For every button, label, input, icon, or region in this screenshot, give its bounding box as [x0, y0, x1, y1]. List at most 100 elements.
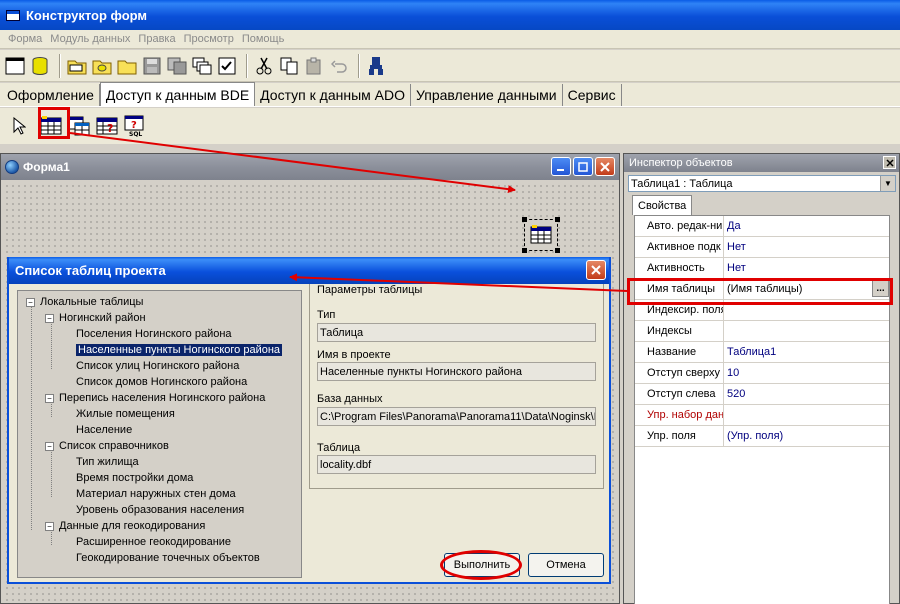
menu-form[interactable]: Форма: [4, 33, 46, 45]
property-row[interactable]: Отступ слева 520: [635, 384, 889, 405]
app-title: Конструктор форм: [26, 7, 148, 23]
tab-design[interactable]: Оформление: [2, 84, 100, 106]
maximize-button[interactable]: [573, 157, 593, 176]
table-file-field[interactable]: locality.dbf: [317, 455, 596, 474]
property-row[interactable]: Индексы: [635, 321, 889, 342]
property-row[interactable]: Отступ сверху 10: [635, 363, 889, 384]
resize-handle[interactable]: [555, 248, 560, 253]
open-form-button[interactable]: [66, 55, 88, 77]
tree-node[interactable]: − Ногинский район: [18, 310, 301, 326]
sql-query-button[interactable]: ? SQL: [124, 115, 146, 137]
project-name-field[interactable]: Населенные пункты Ногинского района: [317, 362, 596, 381]
tables-tree[interactable]: − Локальные таблицы − Ногинский район Посе…: [17, 290, 302, 578]
menu-view[interactable]: Просмотр: [180, 33, 238, 45]
sql-query-icon: ?SQL: [124, 115, 144, 137]
collapse-icon[interactable]: −: [45, 393, 54, 403]
cut-button[interactable]: [253, 55, 275, 77]
property-value[interactable]: (Упр. поля): [724, 426, 889, 446]
form-title-bar[interactable]: Форма1: [1, 154, 619, 180]
property-row[interactable]: Авто. редак-ни Да: [635, 216, 889, 237]
close-button[interactable]: [595, 157, 615, 176]
tree-leaf[interactable]: Тип жилища: [18, 454, 301, 470]
tree-leaf[interactable]: Время постройки дома: [18, 470, 301, 486]
inspector-title-bar[interactable]: Инспектор объектов: [624, 154, 899, 172]
globe-icon: [5, 160, 19, 174]
tree-leaf[interactable]: Поселения Ногинского района: [18, 326, 301, 342]
pointer-tool-button[interactable]: [8, 115, 30, 137]
tree-node-label: Список улиц Ногинского района: [76, 360, 240, 372]
new-data-module-button[interactable]: [29, 55, 51, 77]
tree-node[interactable]: − Локальные таблицы: [18, 294, 301, 310]
open-module-button[interactable]: [91, 55, 113, 77]
paste-icon: [306, 57, 321, 74]
tree-leaf[interactable]: Расширенное геокодирование: [18, 534, 301, 550]
tree-node[interactable]: − Список справочников: [18, 438, 301, 454]
type-field[interactable]: Таблица: [317, 323, 596, 342]
check-button[interactable]: [216, 55, 238, 77]
collapse-icon[interactable]: −: [26, 297, 35, 307]
property-row[interactable]: Активное подк Нет: [635, 237, 889, 258]
property-row[interactable]: Активность Нет: [635, 258, 889, 279]
query-by-example-button[interactable]: ?: [96, 115, 118, 137]
tab-ado-data-access[interactable]: Доступ к данным ADO: [255, 84, 411, 106]
highlight-table-tool: [38, 107, 70, 139]
resize-handle[interactable]: [522, 217, 527, 222]
tree-leaf[interactable]: Жилые помещения: [18, 406, 301, 422]
tree-leaf[interactable]: Материал наружных стен дома: [18, 486, 301, 502]
menu-edit[interactable]: Правка: [134, 33, 179, 45]
query-component-button[interactable]: [68, 115, 90, 137]
property-row[interactable]: Упр. набор дан: [635, 405, 889, 426]
undo-button[interactable]: [328, 55, 350, 77]
menu-data-module[interactable]: Модуль данных: [46, 33, 134, 45]
tree-node[interactable]: − Данные для геокодирования: [18, 518, 301, 534]
save-button[interactable]: [141, 55, 163, 77]
close-icon: [600, 161, 610, 172]
run-button[interactable]: [365, 55, 387, 77]
collapse-icon[interactable]: −: [45, 313, 54, 323]
property-value[interactable]: Таблица1: [724, 342, 889, 362]
resize-handle[interactable]: [522, 248, 527, 253]
property-value[interactable]: 520: [724, 384, 889, 404]
cancel-button[interactable]: Отмена: [528, 553, 604, 577]
property-value[interactable]: Да: [724, 216, 889, 236]
tree-leaf[interactable]: Список домов Ногинского района: [18, 374, 301, 390]
property-value[interactable]: 10: [724, 363, 889, 383]
menu-help[interactable]: Помощь: [238, 33, 289, 45]
copy-button[interactable]: [278, 55, 300, 77]
object-selector[interactable]: Таблица1 : Таблица ▼: [628, 175, 896, 192]
dialog-title-bar[interactable]: Список таблиц проекта: [9, 257, 609, 284]
property-value[interactable]: [724, 321, 889, 341]
tree-leaf[interactable]: Список улиц Ногинского района: [18, 358, 301, 374]
property-value[interactable]: Нет: [724, 258, 889, 278]
folder-icon: [117, 60, 137, 74]
tree-leaf-selected[interactable]: Населенные пункты Ногинского района: [18, 342, 301, 358]
tab-service[interactable]: Сервис: [562, 84, 622, 106]
toolbar-separator: [59, 53, 61, 78]
tab-bde-data-access[interactable]: Доступ к данным BDE: [99, 82, 256, 106]
database-field[interactable]: C:\Program Files\Panorama\Panorama11\Dat…: [317, 407, 596, 426]
property-value[interactable]: Нет: [724, 237, 889, 257]
collapse-icon[interactable]: −: [45, 521, 54, 531]
dialog-close-button[interactable]: [586, 260, 606, 280]
inspector-close-button[interactable]: [883, 156, 896, 169]
open-folder-button[interactable]: [116, 55, 138, 77]
collapse-icon[interactable]: −: [45, 441, 54, 451]
placed-table-component[interactable]: [522, 217, 560, 253]
property-row[interactable]: Упр. поля (Упр. поля): [635, 426, 889, 447]
new-form-button[interactable]: [4, 55, 26, 77]
tab-data-controls[interactable]: Управление данными: [410, 84, 563, 106]
paste-button[interactable]: [303, 55, 325, 77]
tree-leaf[interactable]: Геокодирование точечных объектов: [18, 550, 301, 566]
resize-handle[interactable]: [555, 217, 560, 222]
database-label: База данных: [317, 393, 383, 405]
windows-button[interactable]: [191, 55, 213, 77]
property-row[interactable]: Название Таблица1: [635, 342, 889, 363]
chevron-down-icon[interactable]: ▼: [880, 176, 895, 191]
tree-leaf[interactable]: Уровень образования населения: [18, 502, 301, 518]
tree-leaf[interactable]: Население: [18, 422, 301, 438]
tree-node[interactable]: − Перепись населения Ногинского района: [18, 390, 301, 406]
tab-properties[interactable]: Свойства: [632, 195, 693, 215]
save-as-button[interactable]: [166, 55, 188, 77]
minimize-button[interactable]: [551, 157, 571, 176]
property-value[interactable]: [724, 405, 889, 425]
